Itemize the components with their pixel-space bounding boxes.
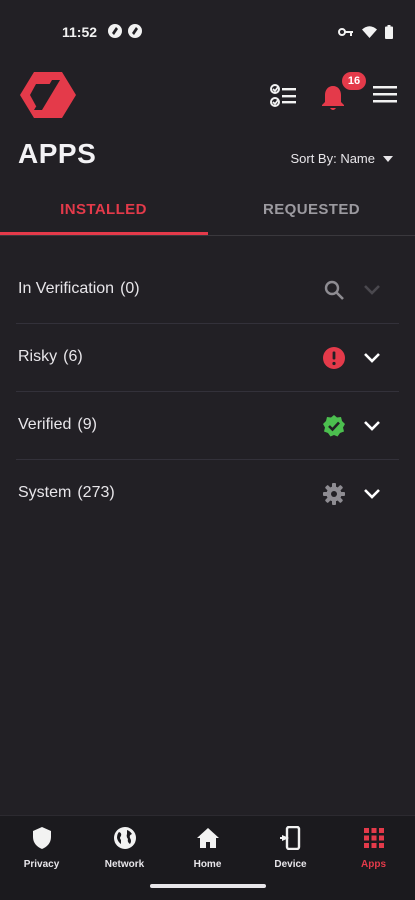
category-name: System (18, 484, 72, 501)
category-count: (9) (77, 416, 97, 433)
category-name: In Verification (18, 280, 115, 297)
sort-by-dropdown[interactable]: Sort By: Name (290, 151, 393, 166)
category-count: (6) (63, 348, 83, 365)
nav-label: Device (274, 859, 307, 870)
category-count: (273) (77, 484, 115, 501)
category-risky[interactable]: Risky (6) (16, 324, 399, 392)
active-tab-indicator (0, 232, 208, 235)
hamburger-menu-icon[interactable] (373, 84, 397, 104)
category-label: System (273) (18, 484, 115, 502)
gear-icon (323, 483, 345, 505)
nav-label: Apps (361, 859, 386, 870)
gesture-home-indicator[interactable] (150, 884, 266, 888)
category-in-verification[interactable]: In Verification (0) (16, 256, 399, 324)
chevron-down-icon[interactable] (362, 416, 382, 436)
nav-label: Privacy (23, 859, 60, 870)
status-notification-icons (108, 24, 142, 38)
app-category-list: In Verification (0) Risky (6) Verified (9) (0, 256, 415, 528)
wifi-icon (362, 26, 377, 38)
nav-privacy[interactable]: Privacy (0, 826, 83, 872)
globe-icon (113, 827, 136, 849)
shield-icon (32, 827, 51, 849)
category-system[interactable]: System (273) (16, 460, 399, 528)
status-time: 11:52 (62, 24, 98, 40)
category-verified[interactable]: Verified (9) (16, 392, 399, 460)
apps-grid-icon (363, 828, 384, 848)
vpn-key-icon (338, 28, 353, 36)
notification-count-badge: 16 (342, 72, 366, 90)
battery-icon (385, 25, 393, 39)
nav-label: Home (193, 859, 222, 870)
category-name: Verified (18, 416, 72, 433)
tab-requested[interactable]: REQUESTED (208, 190, 415, 234)
category-count: (0) (120, 280, 140, 297)
status-bar: 11:52 (0, 0, 415, 62)
zimperium-logo (20, 72, 76, 118)
page-title: APPS (18, 138, 97, 169)
chevron-down-icon[interactable] (362, 280, 382, 300)
alert-icon (323, 347, 345, 369)
nav-label: Network (104, 859, 145, 870)
bell-icon (322, 86, 344, 110)
nav-apps[interactable]: Apps (332, 826, 415, 872)
device-icon (279, 826, 300, 850)
nav-home[interactable]: Home (166, 826, 249, 872)
category-name: Risky (18, 348, 58, 365)
nav-device[interactable]: Device (249, 826, 332, 872)
app-notification-icon (108, 24, 122, 38)
caret-down-icon (383, 155, 393, 162)
status-system-icons (338, 25, 393, 39)
app-header: 16 (0, 62, 415, 128)
nav-network[interactable]: Network (83, 826, 166, 872)
category-label: Verified (9) (18, 416, 97, 434)
chevron-down-icon[interactable] (362, 348, 382, 368)
chevron-down-icon[interactable] (362, 484, 382, 504)
notifications-button[interactable]: 16 (320, 72, 366, 112)
sort-by-label: Sort By: Name (290, 151, 375, 166)
verified-check-icon (323, 415, 345, 437)
search-icon (324, 280, 344, 300)
category-label: In Verification (0) (18, 280, 140, 298)
app-notification-icon (128, 24, 142, 38)
tasks-checklist-icon[interactable] (270, 82, 298, 110)
tab-installed[interactable]: INSTALLED (0, 190, 207, 234)
category-label: Risky (6) (18, 348, 83, 366)
tab-bar: INSTALLED REQUESTED (0, 190, 415, 236)
home-icon (196, 828, 219, 848)
